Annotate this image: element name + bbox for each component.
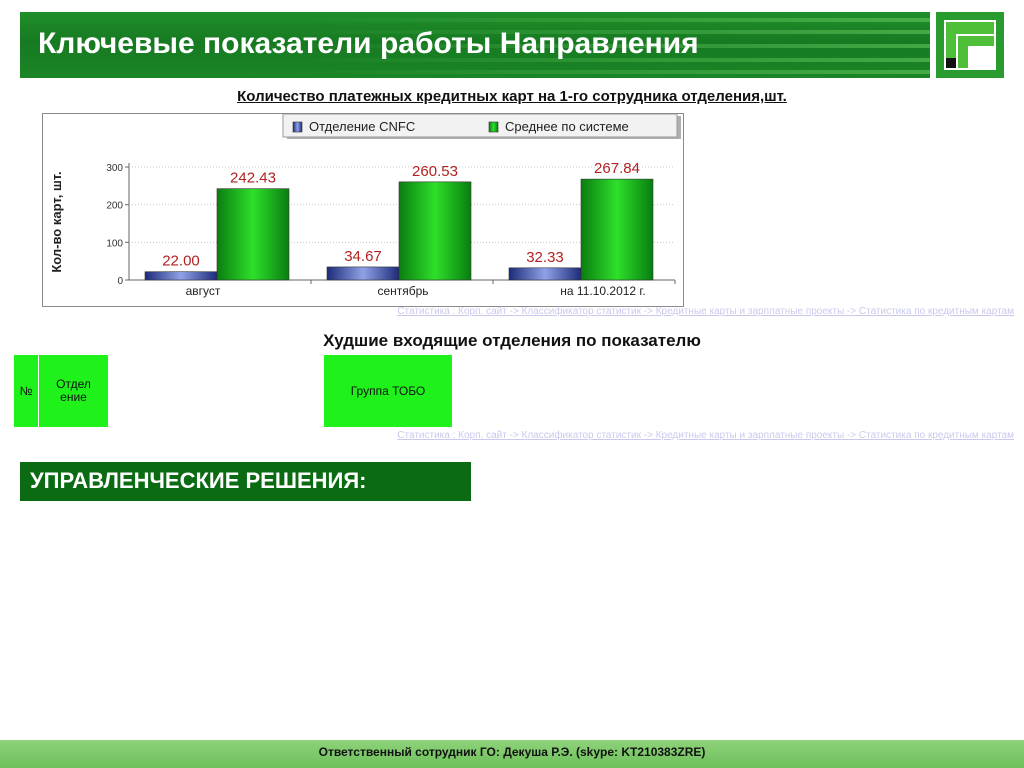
x-tick-label: на 11.10.2012 г. xyxy=(560,284,645,298)
logo-shape xyxy=(958,36,994,46)
data-label: 22.00 xyxy=(162,253,200,270)
y-tick-label: 300 xyxy=(106,163,123,174)
column-header-branch: Отдел ение xyxy=(39,355,108,427)
bar-cnfc xyxy=(144,271,218,281)
data-label: 260.53 xyxy=(412,163,458,180)
logo-shape xyxy=(946,34,956,58)
bank-logo xyxy=(936,12,1004,78)
worst-branches-title: Худшие входящие отделения по показателю xyxy=(323,331,701,350)
bar-average xyxy=(398,181,472,281)
management-decisions-label: УПРАВЛЕНЧЕСКИЕ РЕШЕНИЯ: xyxy=(30,468,367,493)
column-header-number: № xyxy=(14,355,38,427)
header-stripe xyxy=(20,70,930,74)
chart-bars: 22.00 242.43 34.67 260.53 32.33 267.84 xyxy=(144,160,654,281)
source-link-table[interactable]: Статистика : Корп. сайт -> Классификатор… xyxy=(397,430,1014,441)
management-decisions-banner: УПРАВЛЕНЧЕСКИЕ РЕШЕНИЯ: xyxy=(20,462,471,501)
legend-swatch-average xyxy=(488,121,499,133)
y-tick-label: 200 xyxy=(106,201,123,212)
page-title: Ключевые показатели работы Направления xyxy=(38,27,699,60)
data-label: 242.43 xyxy=(230,170,276,187)
logo-square xyxy=(946,58,956,68)
bar-chart-svg: Отделение CNFC Среднее по системе Кол-во… xyxy=(49,114,681,298)
x-tick-label: сентябрь xyxy=(377,284,428,298)
legend-swatch-cnfc xyxy=(292,121,303,133)
chart-section-title: Количество платежных кредитных карт на 1… xyxy=(237,88,787,105)
legend-label-average: Среднее по системе xyxy=(505,119,629,134)
legend-label-cnfc: Отделение CNFC xyxy=(309,119,415,134)
column-header-group: Группа ТОБО xyxy=(324,355,452,427)
footer-bar: Ответственный сотрудник ГО: Декуша Р.Э. … xyxy=(0,740,1024,768)
bar-cnfc xyxy=(508,267,582,281)
y-axis-label: Кол-во карт, шт. xyxy=(49,171,64,272)
bar-cnfc xyxy=(326,266,400,281)
source-link-chart[interactable]: Статистика : Корп. сайт -> Классификатор… xyxy=(397,306,1014,317)
bar-average xyxy=(216,188,290,281)
y-tick-label: 0 xyxy=(117,276,123,287)
bar-chart: Отделение CNFC Среднее по системе Кол-во… xyxy=(42,113,684,307)
data-label: 267.84 xyxy=(594,160,640,177)
data-label: 32.33 xyxy=(526,249,564,266)
header-banner: Ключевые показатели работы Направления xyxy=(20,12,930,78)
responsible-employee: Ответственный сотрудник ГО: Декуша Р.Э. … xyxy=(318,745,706,759)
x-tick-label: август xyxy=(186,284,221,298)
logo-shape xyxy=(958,46,968,68)
logo-shape xyxy=(946,22,994,34)
bar-average xyxy=(580,178,654,281)
y-tick-label: 100 xyxy=(106,238,123,249)
data-label: 34.67 xyxy=(344,248,382,265)
